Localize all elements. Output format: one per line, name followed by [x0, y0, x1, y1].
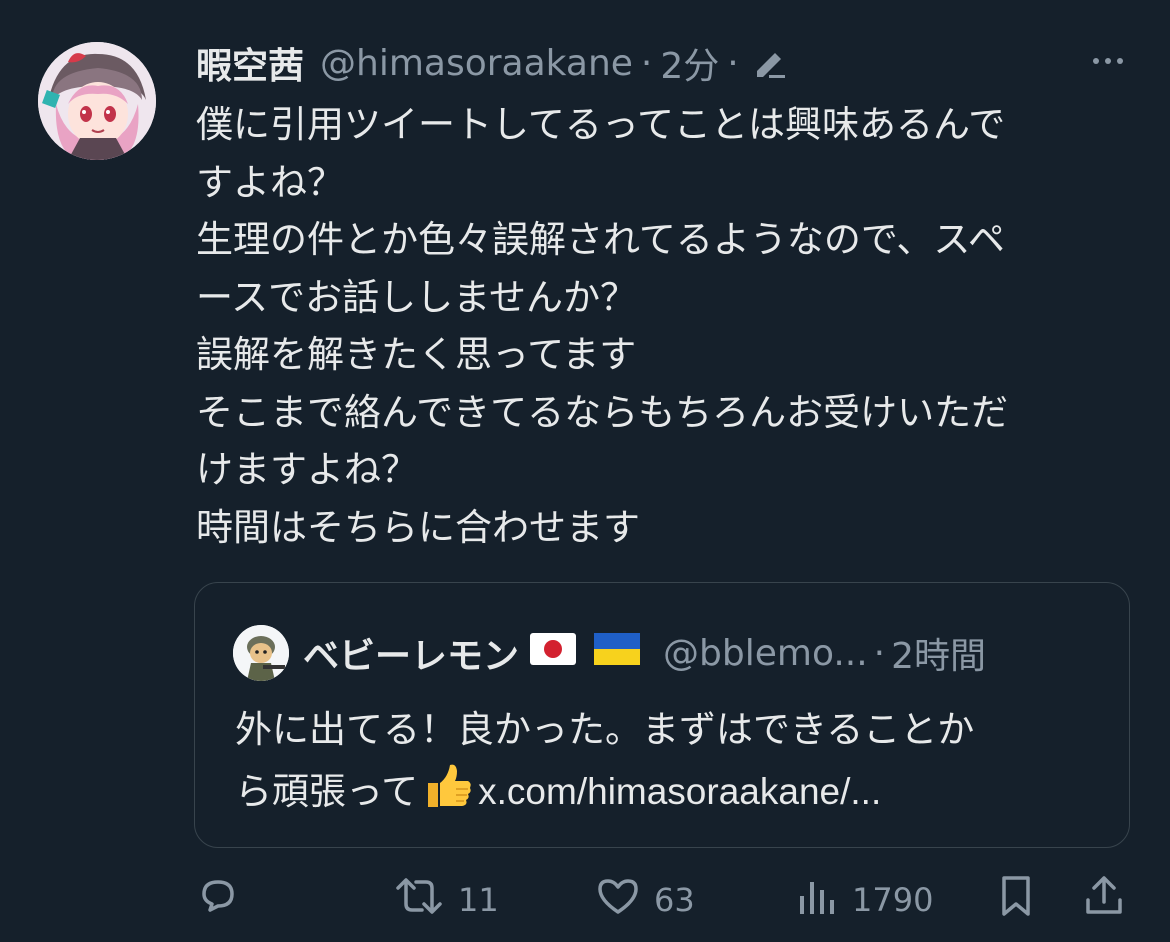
reply-icon: [194, 872, 242, 928]
japan-flag-icon: [529, 632, 577, 675]
more-icon[interactable]: [1086, 48, 1130, 74]
tweet-header: 暇空茜 @himasoraakane · 2分 ·: [196, 36, 789, 90]
separator: ·: [727, 42, 739, 84]
thumbs-up-icon: [422, 759, 474, 828]
reply-button[interactable]: [194, 870, 254, 930]
tweet-line: そこまで絡んできてるならもちろんお受けいただ: [196, 390, 1009, 434]
quoted-line: ら頑張って x.com/himasoraakane/...: [235, 759, 1115, 828]
author-handle[interactable]: @himasoraakane: [320, 43, 633, 84]
author-name[interactable]: 暇空茜: [196, 37, 304, 89]
share-button[interactable]: [1082, 870, 1126, 930]
retweet-icon: [392, 872, 446, 928]
tweet-line: ースでお話ししませんか？: [196, 275, 638, 319]
bookmark-icon: [994, 872, 1038, 928]
tweet-text: 僕に引用ツイートしてるってことは興味あるんで すよね？ 生理の件とか色々誤解され…: [196, 96, 1136, 556]
quoted-line-prefix: ら頑張って: [235, 770, 419, 813]
separator: ·: [873, 632, 886, 674]
like-icon: [594, 872, 642, 928]
tweet-line: すよね？: [196, 160, 344, 204]
quoted-tweet-header: ベビーレモン @bblemo... · 2時間: [233, 625, 986, 681]
author-avatar[interactable]: [38, 42, 156, 160]
tweet-line: 時間はそちらに合わせます: [196, 505, 640, 549]
like-count: 63: [654, 881, 695, 919]
edit-icon[interactable]: [749, 43, 789, 83]
quoted-author-name[interactable]: ベビーレモン: [303, 627, 519, 679]
separator: ·: [640, 42, 653, 84]
views-button[interactable]: 1790: [796, 870, 933, 930]
like-button[interactable]: 63: [594, 870, 695, 930]
tweet-line: 僕に引用ツイートしてるってことは興味あるんで: [196, 103, 1006, 146]
quoted-tweet-text: 外に出てる！良かった。まずはできることか ら頑張って x.com/himasor…: [235, 701, 1115, 828]
tweet-line: 誤解を解きたく思ってます: [196, 333, 637, 376]
share-icon: [1082, 872, 1126, 928]
quoted-link[interactable]: x.com/himasoraakane/...: [478, 771, 881, 812]
retweet-count: 11: [458, 881, 499, 919]
views-count: 1790: [852, 881, 934, 919]
quoted-tweet[interactable]: ベビーレモン @bblemo... · 2時間 外に出てる！良かった。まずはでき…: [194, 582, 1130, 848]
quoted-author-avatar[interactable]: [233, 625, 289, 681]
tweet-line: けますよね？: [196, 448, 418, 491]
tweet-actions: 11 63 1790: [0, 870, 1170, 930]
views-icon: [796, 872, 840, 928]
tweet-line: 生理の件とか色々誤解されてるようなので、スペ: [196, 218, 1005, 261]
quoted-line: 外に出てる！良かった。まずはできることか: [235, 708, 975, 751]
retweet-button[interactable]: 11: [392, 870, 499, 930]
quoted-tweet-time[interactable]: 2時間: [891, 627, 986, 679]
bookmark-button[interactable]: [994, 870, 1038, 930]
tweet-time[interactable]: 2分: [660, 37, 719, 89]
ukraine-flag-icon: [593, 632, 641, 675]
quoted-author-handle[interactable]: @bblemo...: [663, 633, 868, 674]
